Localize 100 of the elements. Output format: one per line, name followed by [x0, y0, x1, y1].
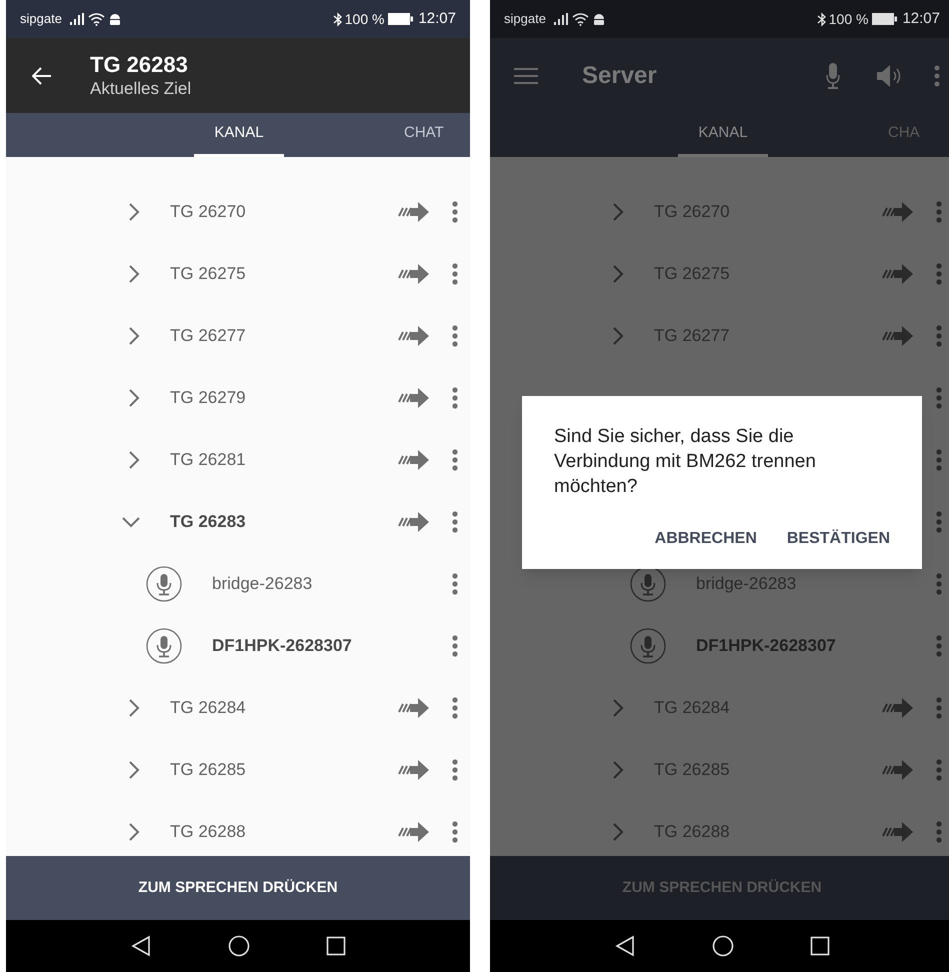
more-options-icon[interactable] [936, 449, 942, 471]
recent-apps-icon[interactable] [326, 936, 346, 956]
android-icon [108, 12, 122, 26]
more-options-icon[interactable] [936, 325, 942, 347]
chevron-down-icon[interactable] [122, 516, 140, 528]
chevron-right-icon[interactable] [128, 265, 140, 283]
clock: 12:07 [418, 8, 456, 29]
more-options-icon[interactable] [452, 759, 458, 781]
more-options-icon[interactable] [452, 821, 458, 843]
carrier-label: sipgate [504, 10, 546, 28]
talkgroup-label[interactable]: TG 26281 [170, 447, 396, 473]
forward-arrow-icon[interactable] [880, 201, 914, 223]
battery-icon [872, 13, 898, 25]
more-options-icon[interactable] [936, 821, 942, 843]
talkgroup-label[interactable]: TG 26279 [170, 385, 396, 411]
chevron-right-icon[interactable] [612, 699, 624, 717]
home-icon[interactable] [712, 935, 734, 957]
chevron-right-icon[interactable] [128, 327, 140, 345]
more-options-icon[interactable] [936, 201, 942, 223]
chevron-right-icon[interactable] [612, 823, 624, 841]
more-options-icon[interactable] [452, 635, 458, 657]
more-options-icon[interactable] [452, 449, 458, 471]
talkgroup-label[interactable]: TG 26288 [170, 819, 396, 845]
talkgroup-label[interactable]: TG 26284 [170, 695, 396, 721]
more-options-icon[interactable] [452, 263, 458, 285]
forward-arrow-icon[interactable] [880, 697, 914, 719]
forward-arrow-icon[interactable] [396, 511, 430, 533]
talkgroup-label[interactable]: TG 26283 [170, 509, 396, 535]
talkgroup-label[interactable]: TG 26275 [170, 261, 396, 287]
forward-arrow-icon[interactable] [396, 387, 430, 409]
more-options-icon[interactable] [452, 325, 458, 347]
header-subtitle: Aktuelles Ziel [90, 78, 192, 100]
more-options-icon[interactable] [936, 573, 942, 595]
forward-arrow-icon[interactable] [396, 325, 430, 347]
talkgroup-label[interactable]: TG 26270 [170, 199, 396, 225]
talkgroup-label[interactable]: TG 26285 [170, 757, 396, 783]
chevron-right-icon[interactable] [128, 761, 140, 779]
header-title: TG 26283 [90, 52, 189, 78]
chevron-right-icon[interactable] [612, 203, 624, 221]
menu-icon[interactable] [514, 66, 538, 84]
chevron-right-icon[interactable] [612, 327, 624, 345]
forward-arrow-icon[interactable] [880, 263, 914, 285]
header-title: Server [582, 60, 658, 90]
wifi-icon [88, 12, 105, 26]
chevron-right-icon[interactable] [128, 699, 140, 717]
more-options-icon[interactable] [936, 263, 942, 285]
more-options-icon[interactable] [452, 387, 458, 409]
more-options-icon[interactable] [452, 697, 458, 719]
more-options-icon[interactable] [452, 511, 458, 533]
bluetooth-icon [332, 12, 343, 26]
microphone-icon [146, 628, 182, 664]
forward-arrow-icon[interactable] [396, 821, 430, 843]
more-options-icon[interactable] [452, 201, 458, 223]
more-options-icon[interactable] [452, 573, 458, 595]
battery-percent: 100 % [344, 10, 384, 28]
forward-arrow-icon[interactable] [396, 759, 430, 781]
more-options-icon[interactable] [936, 511, 942, 533]
back-icon[interactable] [32, 66, 52, 84]
forward-arrow-icon[interactable] [880, 325, 914, 347]
more-options-icon[interactable] [936, 759, 942, 781]
dialog-button[interactable]: ABBRECHEN [654, 527, 757, 551]
signal-icon [554, 13, 568, 25]
talkgroup-label[interactable]: TG 26277 [170, 323, 396, 349]
recent-apps-icon[interactable] [810, 936, 830, 956]
battery-percent: 100 % [828, 10, 868, 28]
back-icon[interactable] [130, 935, 152, 957]
microphone-icon [146, 566, 182, 602]
forward-arrow-icon[interactable] [396, 263, 430, 285]
microphone-icon [630, 566, 666, 602]
more-options-icon[interactable] [934, 64, 940, 86]
forward-arrow-icon[interactable] [396, 697, 430, 719]
push-to-talk-button[interactable]: ZUM SPRECHEN DRÜCKEN [6, 856, 470, 920]
tab[interactable]: KANAL [678, 113, 768, 157]
dialog-button[interactable]: BESTÄTIGEN [786, 527, 890, 551]
chevron-right-icon[interactable] [612, 265, 624, 283]
chevron-right-icon[interactable] [128, 389, 140, 407]
dialog-message: Sind Sie sicher, dass Sie die Verbindung mit BM262 trennen möchten? [554, 425, 817, 499]
wifi-icon [572, 12, 589, 26]
forward-arrow-icon[interactable] [396, 449, 430, 471]
microphone-icon [630, 628, 666, 664]
forward-arrow-icon[interactable] [396, 201, 430, 223]
back-icon[interactable] [614, 935, 636, 957]
chevron-right-icon[interactable] [612, 761, 624, 779]
forward-arrow-icon[interactable] [880, 759, 914, 781]
battery-icon [388, 13, 414, 25]
chevron-right-icon[interactable] [128, 823, 140, 841]
chevron-right-icon[interactable] [128, 203, 140, 221]
microphone-icon[interactable] [826, 62, 840, 88]
member-label[interactable]: bridge-26283 [212, 571, 452, 597]
home-icon[interactable] [228, 935, 250, 957]
tab[interactable]: CHAT [404, 113, 470, 157]
more-options-icon[interactable] [936, 635, 942, 657]
tab[interactable]: KANAL [194, 113, 284, 157]
forward-arrow-icon[interactable] [880, 821, 914, 843]
more-options-icon[interactable] [936, 387, 942, 409]
bluetooth-icon [816, 12, 827, 26]
chevron-right-icon[interactable] [128, 451, 140, 469]
member-label[interactable]: DF1HPK-2628307 [212, 633, 452, 659]
more-options-icon[interactable] [936, 697, 942, 719]
clock: 12:07 [902, 8, 940, 29]
